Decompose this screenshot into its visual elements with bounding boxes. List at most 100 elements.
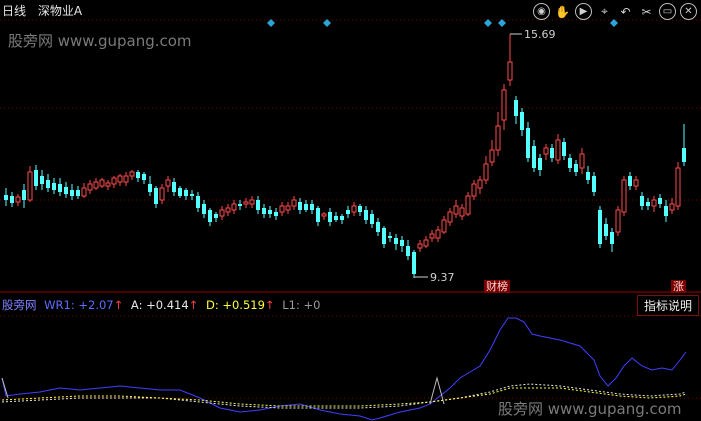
- low-price-label: 9.37: [430, 271, 455, 284]
- indicator-bar: 股旁网 WR1: +2.07↑ A: +0.414↑ D: +0.519↑ L1…: [2, 297, 324, 313]
- candle-body: [58, 184, 62, 192]
- l1-start: [1, 377, 9, 399]
- candle-body: [52, 183, 56, 190]
- candle-body: [520, 112, 524, 130]
- candle-body: [184, 190, 188, 196]
- candle-body: [532, 146, 536, 168]
- candle-body: [651, 199, 657, 207]
- candle-body: [423, 239, 429, 247]
- indicator-source: 股旁网: [2, 298, 37, 312]
- candle-body: [550, 148, 554, 158]
- candle-body: [346, 210, 350, 214]
- event-diamonds[interactable]: [267, 19, 618, 27]
- candle-body: [501, 89, 507, 121]
- d-arrow-icon: ↑: [264, 298, 275, 312]
- candle-body: [310, 204, 314, 210]
- candle-body: [46, 180, 50, 188]
- candle-body: [225, 207, 231, 213]
- candle-body: [669, 203, 675, 211]
- candle-body: [388, 236, 392, 238]
- candle-body: [394, 238, 398, 244]
- candle-body: [165, 179, 171, 187]
- candle-body: [142, 174, 146, 180]
- d-value: D: +0.519: [205, 298, 265, 312]
- candle-body: [682, 148, 686, 162]
- candle-body: [358, 206, 362, 212]
- hand-icon[interactable]: ✋: [554, 3, 571, 20]
- candle-body: [447, 211, 453, 223]
- candle-body: [555, 139, 561, 161]
- candle-body: [304, 204, 308, 210]
- undo-icon[interactable]: ↶: [617, 3, 634, 20]
- candle-body: [621, 179, 627, 213]
- candle-body: [489, 149, 495, 163]
- candle-body: [646, 202, 650, 206]
- candle-body: [172, 182, 176, 192]
- candle-body: [543, 147, 549, 155]
- candle-body: [15, 196, 21, 203]
- candle-body: [364, 210, 368, 220]
- candle-body: [87, 183, 93, 191]
- candle-body: [159, 187, 165, 201]
- candle-body: [340, 216, 344, 220]
- candle-body: [675, 167, 681, 207]
- candle-body: [562, 142, 566, 156]
- candle-body: [298, 202, 302, 210]
- candle-body: [579, 153, 585, 169]
- candle-body: [123, 175, 129, 183]
- kline-chart[interactable]: 15.69 9.37: [0, 0, 701, 421]
- restore-icon[interactable]: ▭: [659, 3, 676, 20]
- candle-body: [321, 213, 327, 217]
- candle-body: [316, 208, 320, 222]
- candle-body: [465, 195, 471, 215]
- indicator-explain-button[interactable]: 指标说明: [637, 295, 699, 316]
- candle-body: [598, 210, 602, 244]
- candle-body: [154, 188, 158, 204]
- candle-body: [105, 182, 111, 187]
- candle-body: [412, 252, 416, 274]
- candle-body: [514, 100, 518, 116]
- wr1-arrow-icon: ↑: [113, 298, 124, 312]
- close-icon[interactable]: ✕: [680, 3, 697, 20]
- candle-body: [34, 170, 38, 186]
- candle-body: [568, 158, 572, 168]
- candle-body: [76, 190, 80, 196]
- candle-body: [27, 171, 33, 201]
- candlesticks[interactable]: [4, 34, 686, 278]
- candle-body: [40, 176, 44, 184]
- candle-body: [664, 206, 668, 216]
- candle-body: [459, 207, 465, 217]
- event-tag-right[interactable]: 涨: [671, 280, 686, 293]
- candle-body: [483, 163, 489, 181]
- candle-body: [334, 216, 338, 220]
- event-diamond-icon: [484, 19, 492, 27]
- candle-body: [99, 179, 105, 187]
- candle-body: [64, 187, 68, 194]
- eye-icon[interactable]: ◉: [533, 3, 550, 20]
- candle-body: [507, 61, 513, 81]
- candle-body: [471, 183, 477, 197]
- candle-body: [208, 210, 212, 222]
- candle-body: [274, 212, 278, 216]
- candle-body: [610, 232, 614, 244]
- period-label: 日线: [2, 4, 27, 18]
- candle-body: [628, 176, 632, 186]
- candle-body: [441, 219, 447, 233]
- candle-body: [291, 199, 297, 207]
- scissors-icon[interactable]: ✂: [638, 3, 655, 20]
- grid-lines: [0, 19, 701, 399]
- event-tag-left[interactable]: 财榜: [484, 280, 510, 293]
- candle-body: [136, 172, 140, 178]
- play-icon[interactable]: ▶: [575, 3, 592, 20]
- crosshair-icon[interactable]: ⌖: [596, 3, 613, 20]
- candle-body: [4, 195, 8, 200]
- candle-body: [238, 204, 242, 206]
- candle-body: [586, 172, 590, 180]
- candle-body: [111, 177, 117, 185]
- wr1-value: WR1: +2.07: [44, 298, 114, 312]
- candle-body: [70, 190, 74, 196]
- candle-body: [178, 188, 182, 196]
- candle-body: [592, 176, 596, 192]
- candle-body: [574, 164, 578, 172]
- candle-body: [279, 205, 285, 213]
